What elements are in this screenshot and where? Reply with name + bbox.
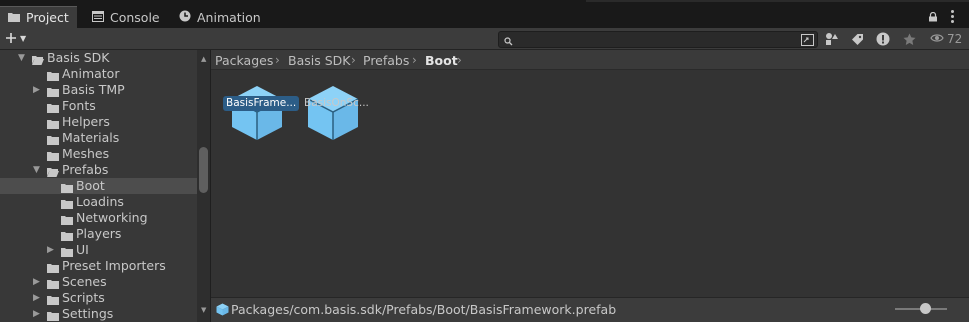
tree-item-label: Materials <box>62 130 120 145</box>
selected-asset-path: Packages/com.basis.sdk/Prefabs/Boot/Basi… <box>231 302 617 317</box>
add-asset-button[interactable]: ▼ <box>5 30 26 48</box>
icon-size-slider-handle[interactable] <box>920 303 931 314</box>
breadcrumb-item[interactable]: Prefabs <box>363 53 409 68</box>
tree-item-label: Networking <box>76 210 148 225</box>
window-tab-strip: Project Console Animation <box>0 0 969 28</box>
tree-item-label: Boot <box>76 178 105 193</box>
star-favorites-icon[interactable] <box>901 31 917 47</box>
asset-item[interactable] <box>298 82 368 162</box>
tab-strip-divider <box>586 0 969 2</box>
hidden-count: 72 <box>947 32 963 46</box>
chevron-down-icon: ▼ <box>20 34 27 43</box>
breadcrumb-item[interactable]: Basis SDK <box>288 53 350 68</box>
hidden-packages-toggle[interactable]: 72 <box>930 32 962 46</box>
tree-item[interactable]: ▼ Prefabs <box>0 162 197 178</box>
folder-icon <box>8 10 20 25</box>
chevron-right-icon: › <box>275 53 280 67</box>
tree-item[interactable]: Fonts <box>0 98 197 114</box>
chevron-right-icon: › <box>351 53 356 67</box>
breadcrumb: Packages › Basis SDK › Prefabs › Boot › <box>211 50 969 70</box>
tree-item-label: Settings <box>62 306 114 321</box>
tree-item-label: Basis SDK <box>47 50 110 65</box>
tree-item-label: Animator <box>62 66 120 81</box>
tree-item[interactable]: ▶ Scenes <box>0 274 197 290</box>
project-toolbar: ▼ 72 <box>0 28 969 50</box>
tree-item[interactable]: Networking <box>0 210 197 226</box>
tree-item[interactable]: Preset Importers <box>0 258 197 274</box>
tree-item[interactable]: Animator <box>0 66 197 82</box>
tree-item[interactable]: ▶ Settings <box>0 306 197 322</box>
breadcrumb-item[interactable]: Packages <box>215 53 273 68</box>
filter-by-label-icon[interactable] <box>849 31 865 47</box>
chevron-right-icon[interactable]: ▶ <box>33 277 40 287</box>
tab-animation[interactable]: Animation <box>171 6 269 28</box>
tab-console[interactable]: Console <box>84 6 168 28</box>
scroll-up-icon[interactable]: ▲ <box>201 55 206 63</box>
more-options-icon[interactable] <box>951 10 954 25</box>
tree-item[interactable]: ▶ UI <box>0 242 197 258</box>
tree-item-label: Prefabs <box>62 162 109 177</box>
tree-item-label: Helpers <box>62 114 110 129</box>
tree-item[interactable]: Players <box>0 226 197 242</box>
tree-item[interactable]: Meshes <box>0 146 197 162</box>
tree-item-label: Basis TMP <box>62 82 125 97</box>
chevron-down-icon[interactable]: ▼ <box>33 165 40 175</box>
chevron-right-icon: › <box>457 53 462 67</box>
asset-label[interactable]: BasisFrame... <box>223 96 300 111</box>
tree-item-label: Preset Importers <box>62 258 166 273</box>
chevron-right-icon: › <box>412 53 417 67</box>
tree-item[interactable]: ▶ Scripts <box>0 290 197 306</box>
search-by-type-icon[interactable] <box>801 34 814 49</box>
eye-icon <box>930 32 944 46</box>
plus-icon <box>5 30 17 48</box>
status-bar: Packages/com.basis.sdk/Prefabs/Boot/Basi… <box>211 297 969 322</box>
chevron-right-icon[interactable]: ▶ <box>33 309 40 319</box>
prefab-cube-icon <box>229 84 285 145</box>
animation-icon <box>179 10 191 25</box>
search-icon <box>504 35 513 49</box>
tree-item-label: UI <box>76 242 89 257</box>
chevron-right-icon[interactable]: ▶ <box>33 293 40 303</box>
filter-by-type-icon[interactable] <box>824 31 840 47</box>
folder-tree: ▼ Basis SDK Animator ▶ Basis TMP Fonts Helpers… <box>0 50 210 322</box>
tree-item-label: Meshes <box>62 146 110 161</box>
folder-icon <box>47 309 59 322</box>
tree-item-label: Scenes <box>62 274 107 289</box>
tree-item-label: Loadins <box>76 194 124 209</box>
search-field[interactable] <box>498 31 818 48</box>
prefab-cube-icon <box>216 303 229 319</box>
asset-label[interactable]: BasisOnSc... <box>301 96 372 111</box>
tree-item[interactable]: ▶ Basis TMP <box>0 82 197 98</box>
tree-item[interactable]: Boot <box>0 178 197 194</box>
tree-item[interactable]: Materials <box>0 130 197 146</box>
chevron-right-icon[interactable]: ▶ <box>33 85 40 95</box>
tab-project[interactable]: Project <box>0 6 77 28</box>
tree-item-label: Players <box>76 226 122 241</box>
tree-item-label: Scripts <box>62 290 105 305</box>
breadcrumb-item-current[interactable]: Boot <box>425 53 458 68</box>
chevron-down-icon[interactable]: ▼ <box>18 53 25 63</box>
asset-item[interactable] <box>222 82 292 162</box>
tree-item-label: Fonts <box>62 98 96 113</box>
console-icon <box>92 10 104 25</box>
chevron-right-icon[interactable]: ▶ <box>47 245 54 255</box>
tree-item[interactable]: Helpers <box>0 114 197 130</box>
scroll-down-icon[interactable]: ▼ <box>201 306 206 314</box>
tree-scroll-thumb[interactable] <box>199 147 208 193</box>
tab-label: Animation <box>197 9 261 25</box>
lock-icon[interactable] <box>928 11 938 25</box>
tree-item[interactable]: Loadins <box>0 194 197 210</box>
tree-item[interactable]: ▼ Basis SDK <box>0 50 197 66</box>
tab-label: Project <box>26 10 69 25</box>
warning-filter-icon[interactable] <box>875 31 891 47</box>
prefab-cube-icon <box>305 84 361 145</box>
tab-label: Console <box>110 9 160 25</box>
